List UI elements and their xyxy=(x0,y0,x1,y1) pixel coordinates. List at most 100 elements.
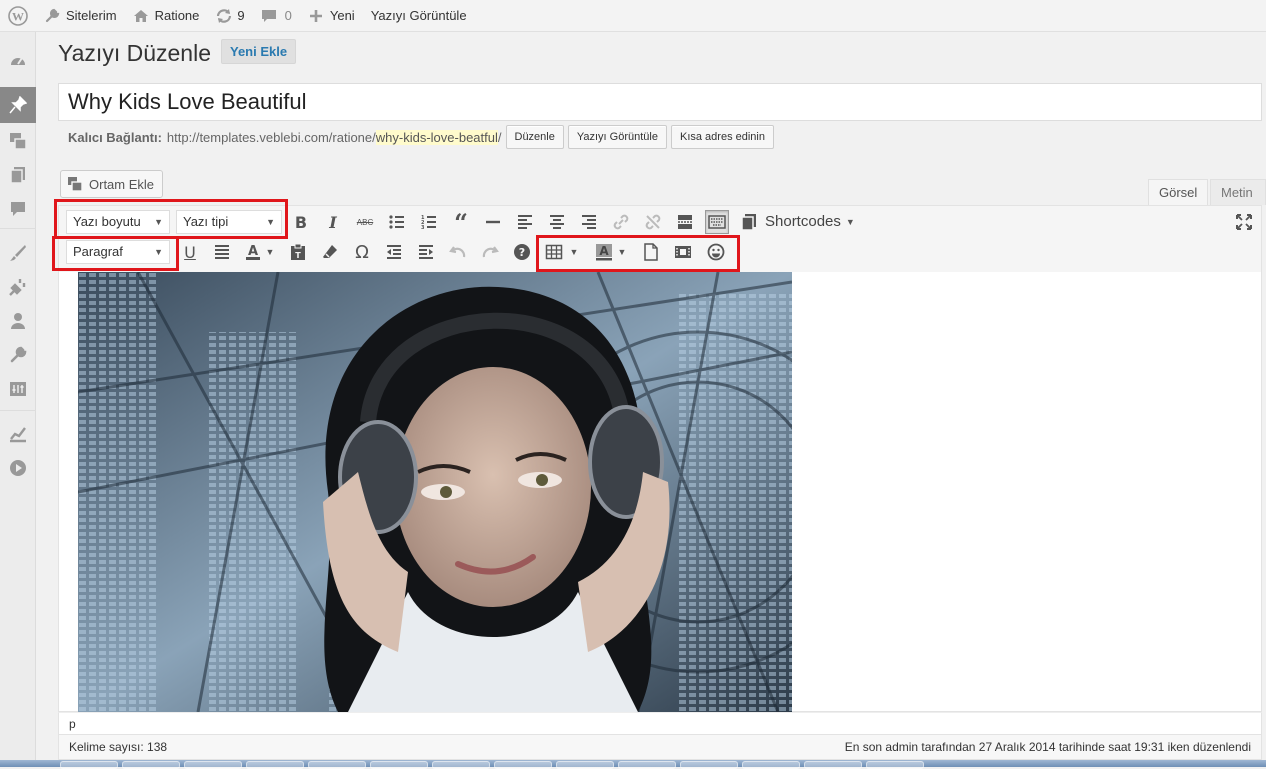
chevron-down-icon: ▼ xyxy=(845,216,855,227)
redo-icon[interactable] xyxy=(478,240,502,264)
wordpress-logo-icon[interactable]: W xyxy=(0,0,36,32)
special-character-button[interactable]: Ω xyxy=(350,240,374,264)
site-name-label: Ratione xyxy=(154,8,200,23)
settings-icon[interactable] xyxy=(9,380,27,398)
tab-visual[interactable]: Görsel xyxy=(1148,179,1209,205)
taskbar-item[interactable] xyxy=(308,761,366,769)
svg-text:?: ? xyxy=(519,246,525,259)
comments-menu[interactable]: 0 xyxy=(253,0,300,32)
posts-pin-icon[interactable] xyxy=(0,87,36,123)
comment-icon xyxy=(261,8,277,24)
permalink-trailing: / xyxy=(497,129,502,145)
add-new-button[interactable]: Yeni Ekle xyxy=(221,39,297,64)
text-color-button[interactable]: A xyxy=(241,240,265,264)
main-content: Yazıyı Düzenle Yeni Ekle Why Kids Love B… xyxy=(36,32,1266,767)
svg-text:W: W xyxy=(12,9,24,23)
italic-button[interactable]: I xyxy=(321,210,345,234)
add-media-label: Ortam Ekle xyxy=(89,176,155,192)
taskbar-item[interactable] xyxy=(866,761,924,769)
text-color-dropdown[interactable]: ▼ xyxy=(263,240,277,264)
featured-image[interactable] xyxy=(78,272,792,712)
permalink-row: Kalıcı Bağlantı: http://templates.vebleb… xyxy=(68,125,774,149)
shortcodes-icon[interactable] xyxy=(737,210,761,234)
permalink-label: Kalıcı Bağlantı: xyxy=(68,129,162,145)
strikethrough-button[interactable]: ABC xyxy=(353,210,377,234)
taskbar-item[interactable] xyxy=(494,761,552,769)
help-icon[interactable]: ? xyxy=(510,240,534,264)
pages-icon[interactable] xyxy=(9,166,27,184)
align-right-button[interactable] xyxy=(577,210,601,234)
element-path: p xyxy=(58,712,1262,735)
my-sites-menu[interactable]: Sitelerim xyxy=(36,0,125,32)
media-camera-icon xyxy=(67,176,83,192)
bullet-list-button[interactable] xyxy=(385,210,409,234)
comments-icon[interactable] xyxy=(9,200,27,218)
users-icon[interactable] xyxy=(9,312,27,330)
view-post-button[interactable]: Yazıyı Görüntüle xyxy=(567,125,667,149)
updates-icon xyxy=(215,8,232,24)
appearance-icon[interactable] xyxy=(9,244,27,262)
edit-permalink-button[interactable]: Düzenle xyxy=(505,125,564,149)
tools-icon[interactable] xyxy=(9,346,27,364)
headphones-woman-photo xyxy=(78,272,792,712)
home-icon xyxy=(133,8,149,24)
taskbar-item[interactable] xyxy=(680,761,738,769)
taskbar-item[interactable] xyxy=(184,761,242,769)
site-name-menu[interactable]: Ratione xyxy=(125,0,208,32)
paste-as-text-button[interactable]: T xyxy=(286,240,310,264)
plugins-icon[interactable] xyxy=(9,278,27,296)
taskbar-item[interactable] xyxy=(60,761,118,769)
tab-text[interactable]: Metin xyxy=(1210,179,1266,205)
taskbar-item[interactable] xyxy=(370,761,428,769)
highlight-box-fonts xyxy=(54,199,288,239)
align-left-button[interactable] xyxy=(513,210,537,234)
add-media-button[interactable]: Ortam Ekle xyxy=(60,170,164,198)
updates-count: 9 xyxy=(237,8,245,23)
toolbar-toggle-button[interactable] xyxy=(705,210,729,234)
highlight-box-plugins xyxy=(536,235,740,272)
word-count: Kelime sayısı: 138 xyxy=(69,740,168,754)
stats-icon[interactable] xyxy=(9,425,27,443)
horizontal-line-button[interactable] xyxy=(481,210,505,234)
play-icon[interactable] xyxy=(9,459,27,477)
shortcodes-dropdown[interactable]: Shortcodes ▼ xyxy=(765,213,855,230)
post-title-input[interactable]: Why Kids Love Beautiful xyxy=(58,83,1262,121)
updates-menu[interactable]: 9 xyxy=(207,0,252,32)
taskbar-item[interactable] xyxy=(246,761,304,769)
indent-button[interactable] xyxy=(414,240,438,264)
new-content-menu[interactable]: Yeni xyxy=(300,0,363,32)
last-edited: En son admin tarafından 27 Aralık 2014 t… xyxy=(844,740,1251,754)
taskbar-item[interactable] xyxy=(804,761,862,769)
editor-toolbar: Yazı boyutu ▼ Yazı tipi ▼ B I ABC 123 “ Sh… xyxy=(52,199,1262,272)
editor-content[interactable] xyxy=(58,272,1262,712)
align-center-button[interactable] xyxy=(545,210,569,234)
insert-link-icon[interactable] xyxy=(609,210,633,234)
justify-button[interactable] xyxy=(210,240,234,264)
highlight-box-format xyxy=(52,236,179,271)
plus-icon xyxy=(308,8,324,24)
numbered-list-button[interactable]: 123 xyxy=(417,210,441,234)
permalink-base-url: http://templates.veblebi.com/ratione/ xyxy=(166,129,376,145)
taskbar-item[interactable] xyxy=(432,761,490,769)
svg-text:T: T xyxy=(295,251,301,260)
read-more-button[interactable] xyxy=(673,210,697,234)
permalink-slug[interactable]: why-kids-love-beatful xyxy=(375,129,498,145)
svg-text:A: A xyxy=(248,244,258,259)
bold-button[interactable]: B xyxy=(289,210,313,234)
get-shortlink-button[interactable]: Kısa adres edinin xyxy=(670,125,774,149)
view-post-link[interactable]: Yazıyı Görüntüle xyxy=(363,0,475,32)
blockquote-button[interactable]: “ xyxy=(449,208,473,237)
taskbar-item[interactable] xyxy=(122,761,180,769)
undo-icon[interactable] xyxy=(446,240,470,264)
admin-menu xyxy=(0,32,36,767)
taskbar-item[interactable] xyxy=(618,761,676,769)
media-icon[interactable] xyxy=(9,132,27,150)
outdent-button[interactable] xyxy=(382,240,406,264)
taskbar-item[interactable] xyxy=(742,761,800,769)
clear-formatting-button[interactable] xyxy=(318,240,342,264)
unlink-icon[interactable] xyxy=(641,210,665,234)
taskbar-item[interactable] xyxy=(556,761,614,769)
fullscreen-icon[interactable] xyxy=(1232,210,1256,234)
underline-button[interactable]: U xyxy=(178,240,202,264)
dashboard-icon[interactable] xyxy=(9,52,27,70)
